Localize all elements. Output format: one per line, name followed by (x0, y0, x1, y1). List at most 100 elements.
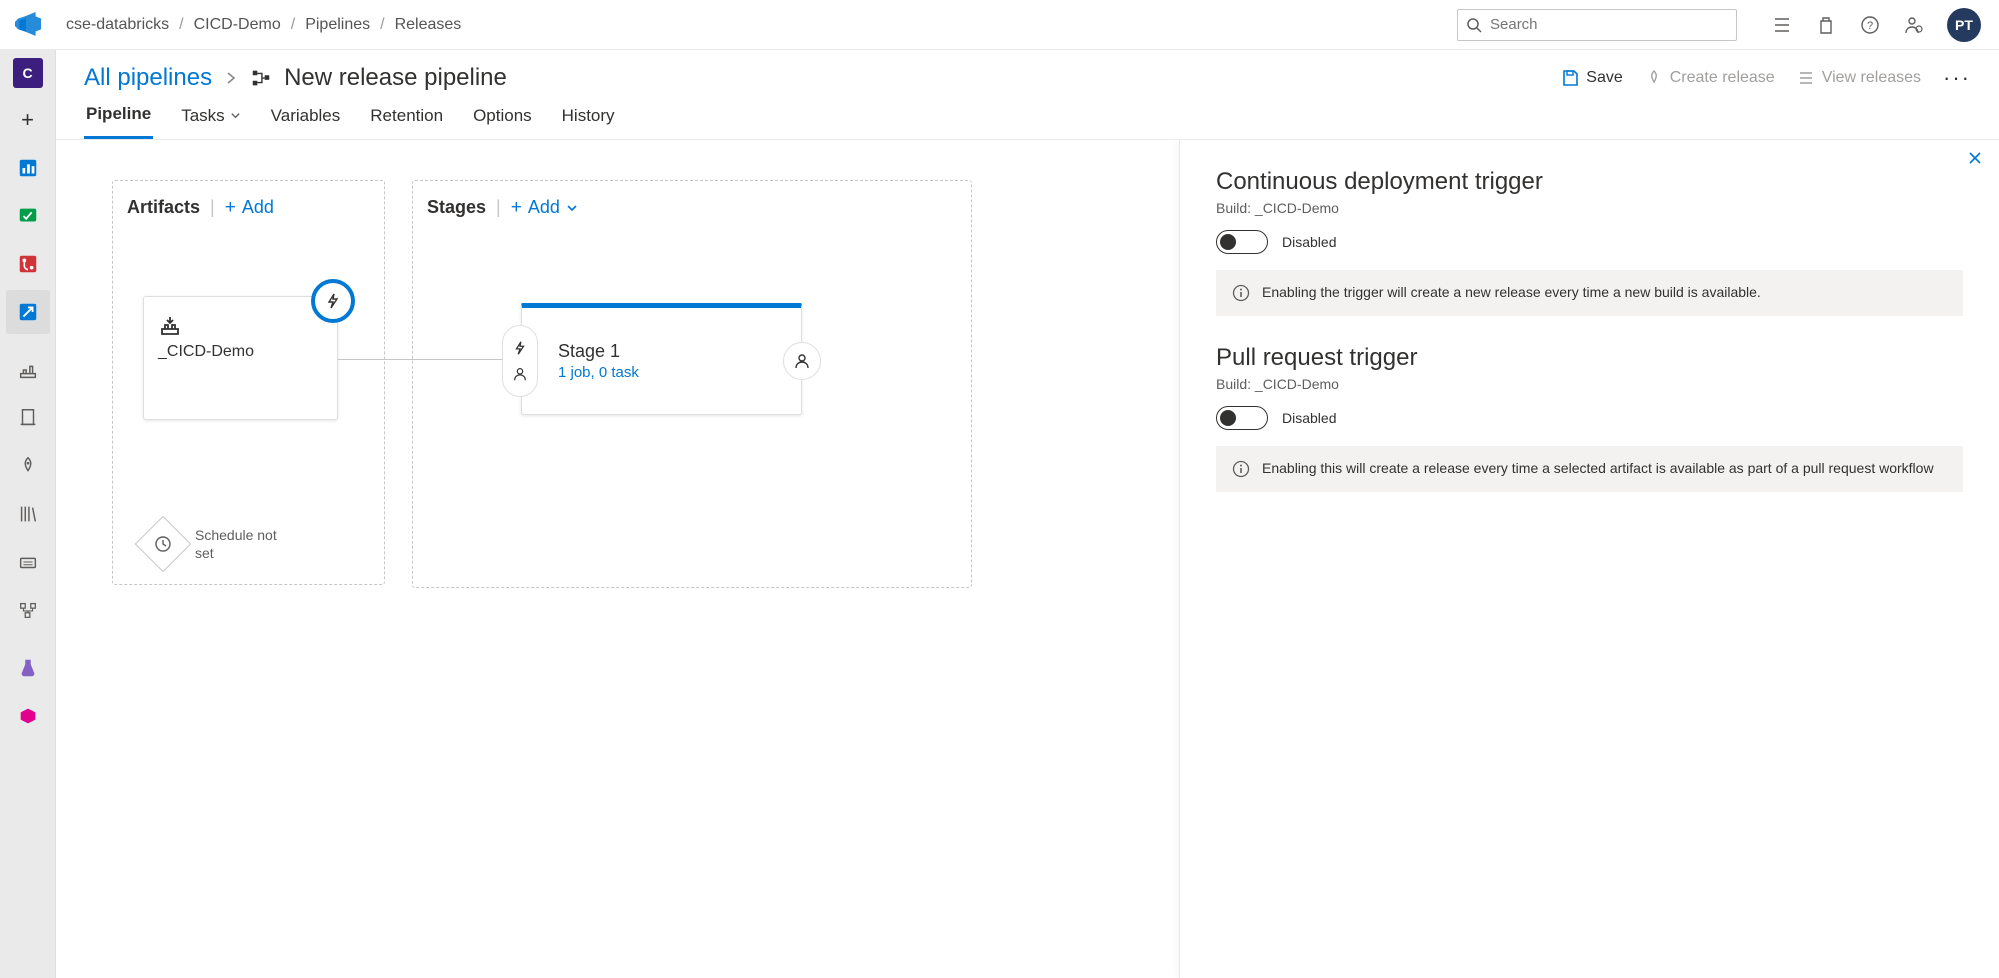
info-icon (1232, 460, 1250, 478)
nav-taskgroups-icon[interactable] (6, 540, 50, 584)
cd-info-text: Enabling the trigger will create a new r… (1262, 284, 1761, 302)
pr-trigger-title: Pull request trigger (1216, 344, 1963, 372)
work-items-icon[interactable] (1771, 14, 1793, 36)
nav-testplans[interactable] (6, 646, 50, 690)
left-nav: C + (0, 50, 56, 978)
add-artifact-button[interactable]: + Add (225, 197, 274, 218)
artifact-name: _CICD-Demo (158, 343, 323, 361)
pipeline-canvas: Artifacts | + Add _CICD-Demo (56, 140, 1179, 978)
plus-icon: + (225, 198, 236, 217)
user-avatar[interactable]: PT (1947, 8, 1981, 42)
save-label: Save (1586, 69, 1622, 87)
tab-tasks[interactable]: Tasks (179, 104, 242, 139)
nav-environments-icon[interactable] (6, 396, 50, 440)
tab-variables[interactable]: Variables (269, 104, 343, 139)
cd-info-box: Enabling the trigger will create a new r… (1216, 270, 1963, 316)
cd-toggle-label: Disabled (1282, 234, 1336, 250)
nav-artifacts[interactable] (6, 694, 50, 738)
breadcrumb-sep: / (291, 16, 295, 34)
nav-library-icon[interactable] (6, 492, 50, 536)
artifact-trigger-button[interactable] (311, 279, 355, 323)
nav-deploymentgroups-icon[interactable] (6, 588, 50, 632)
marketplace-icon[interactable] (1815, 14, 1837, 36)
chevron-down-icon (230, 110, 241, 121)
more-actions-button[interactable]: ··· (1943, 65, 1971, 91)
crumb-project[interactable]: CICD-Demo (194, 16, 281, 34)
help-icon[interactable]: ? (1859, 14, 1881, 36)
azure-devops-logo[interactable] (10, 12, 46, 38)
nav-repos[interactable] (6, 242, 50, 286)
pr-info-text: Enabling this will create a release ever… (1262, 460, 1934, 478)
person-icon (512, 366, 528, 382)
cd-trigger-title: Continuous deployment trigger (1216, 168, 1963, 196)
trigger-panel: Continuous deployment trigger Build: _CI… (1179, 140, 1999, 978)
pr-trigger-toggle[interactable] (1216, 406, 1268, 430)
artifacts-section: Artifacts | + Add _CICD-Demo (112, 180, 385, 585)
person-icon (793, 352, 811, 370)
tabs: Pipeline Tasks Variables Retention Optio… (56, 92, 1999, 140)
artifact-card[interactable]: _CICD-Demo (143, 296, 338, 420)
nav-releases-icon[interactable] (6, 444, 50, 488)
create-release-label: Create release (1670, 69, 1775, 87)
add-stage-label: Add (528, 197, 560, 218)
artifacts-title: Artifacts (127, 197, 200, 218)
stages-section: Stages | + Add (412, 180, 972, 588)
crumb-section[interactable]: Pipelines (305, 16, 370, 34)
add-artifact-label: Add (242, 197, 274, 218)
view-releases-label: View releases (1822, 69, 1921, 87)
cd-trigger-subtitle: Build: _CICD-Demo (1216, 200, 1963, 216)
chevron-right-icon (224, 71, 238, 85)
chevron-down-icon (566, 202, 578, 214)
cd-trigger-toggle[interactable] (1216, 230, 1268, 254)
schedule-status[interactable]: Schedule not set (143, 524, 285, 564)
create-release-button: Create release (1645, 69, 1775, 87)
user-settings-icon[interactable] (1903, 14, 1925, 36)
save-icon (1561, 69, 1579, 87)
pr-toggle-label: Disabled (1282, 410, 1336, 426)
breadcrumb: cse-databricks / CICD-Demo / Pipelines /… (66, 16, 461, 34)
stage-postdeploy-conditions[interactable] (783, 342, 821, 380)
crumb-page[interactable]: Releases (395, 16, 462, 34)
svg-text:?: ? (1867, 20, 1873, 32)
stage-jobs-link[interactable]: 1 job, 0 task (558, 364, 639, 381)
tab-tasks-label: Tasks (181, 106, 224, 126)
nav-pipelines[interactable] (6, 290, 50, 334)
lightning-icon (512, 340, 528, 356)
all-pipelines-link[interactable]: All pipelines (84, 64, 212, 92)
breadcrumb-sep: / (380, 16, 384, 34)
nav-builds-icon[interactable] (6, 348, 50, 392)
tab-pipeline[interactable]: Pipeline (84, 104, 153, 139)
tab-options[interactable]: Options (471, 104, 534, 139)
top-bar: cse-databricks / CICD-Demo / Pipelines /… (0, 0, 1999, 50)
schedule-badge (135, 516, 192, 573)
pr-info-box: Enabling this will create a release ever… (1216, 446, 1963, 492)
pr-trigger-subtitle: Build: _CICD-Demo (1216, 376, 1963, 392)
rocket-icon (1645, 69, 1663, 87)
stage-predeploy-conditions[interactable] (502, 325, 538, 397)
nav-project-tile[interactable]: C (13, 58, 43, 88)
stages-title: Stages (427, 197, 486, 218)
release-pipeline-icon (250, 67, 272, 89)
crumb-org[interactable]: cse-databricks (66, 16, 169, 34)
nav-add[interactable]: + (6, 98, 50, 142)
search-box[interactable] (1457, 9, 1737, 41)
list-icon (1797, 69, 1815, 87)
nav-boards[interactable] (6, 194, 50, 238)
tab-history[interactable]: History (560, 104, 617, 139)
page-header: All pipelines New release pipeline Save … (56, 50, 1999, 92)
clock-icon (154, 535, 172, 553)
nav-overview[interactable] (6, 146, 50, 190)
page-title: New release pipeline (284, 64, 507, 92)
add-stage-button[interactable]: + Add (511, 197, 578, 218)
breadcrumb-sep: / (179, 16, 183, 34)
schedule-text: Schedule not set (195, 526, 285, 562)
stage-card[interactable]: Stage 1 1 job, 0 task (521, 303, 802, 415)
build-artifact-icon (158, 313, 182, 337)
plus-icon: + (511, 198, 522, 217)
stage-name: Stage 1 (558, 341, 639, 362)
tab-retention[interactable]: Retention (368, 104, 445, 139)
search-icon (1466, 17, 1482, 33)
search-input[interactable] (1488, 15, 1728, 34)
save-button[interactable]: Save (1561, 69, 1622, 87)
close-panel-button[interactable] (1967, 150, 1983, 166)
